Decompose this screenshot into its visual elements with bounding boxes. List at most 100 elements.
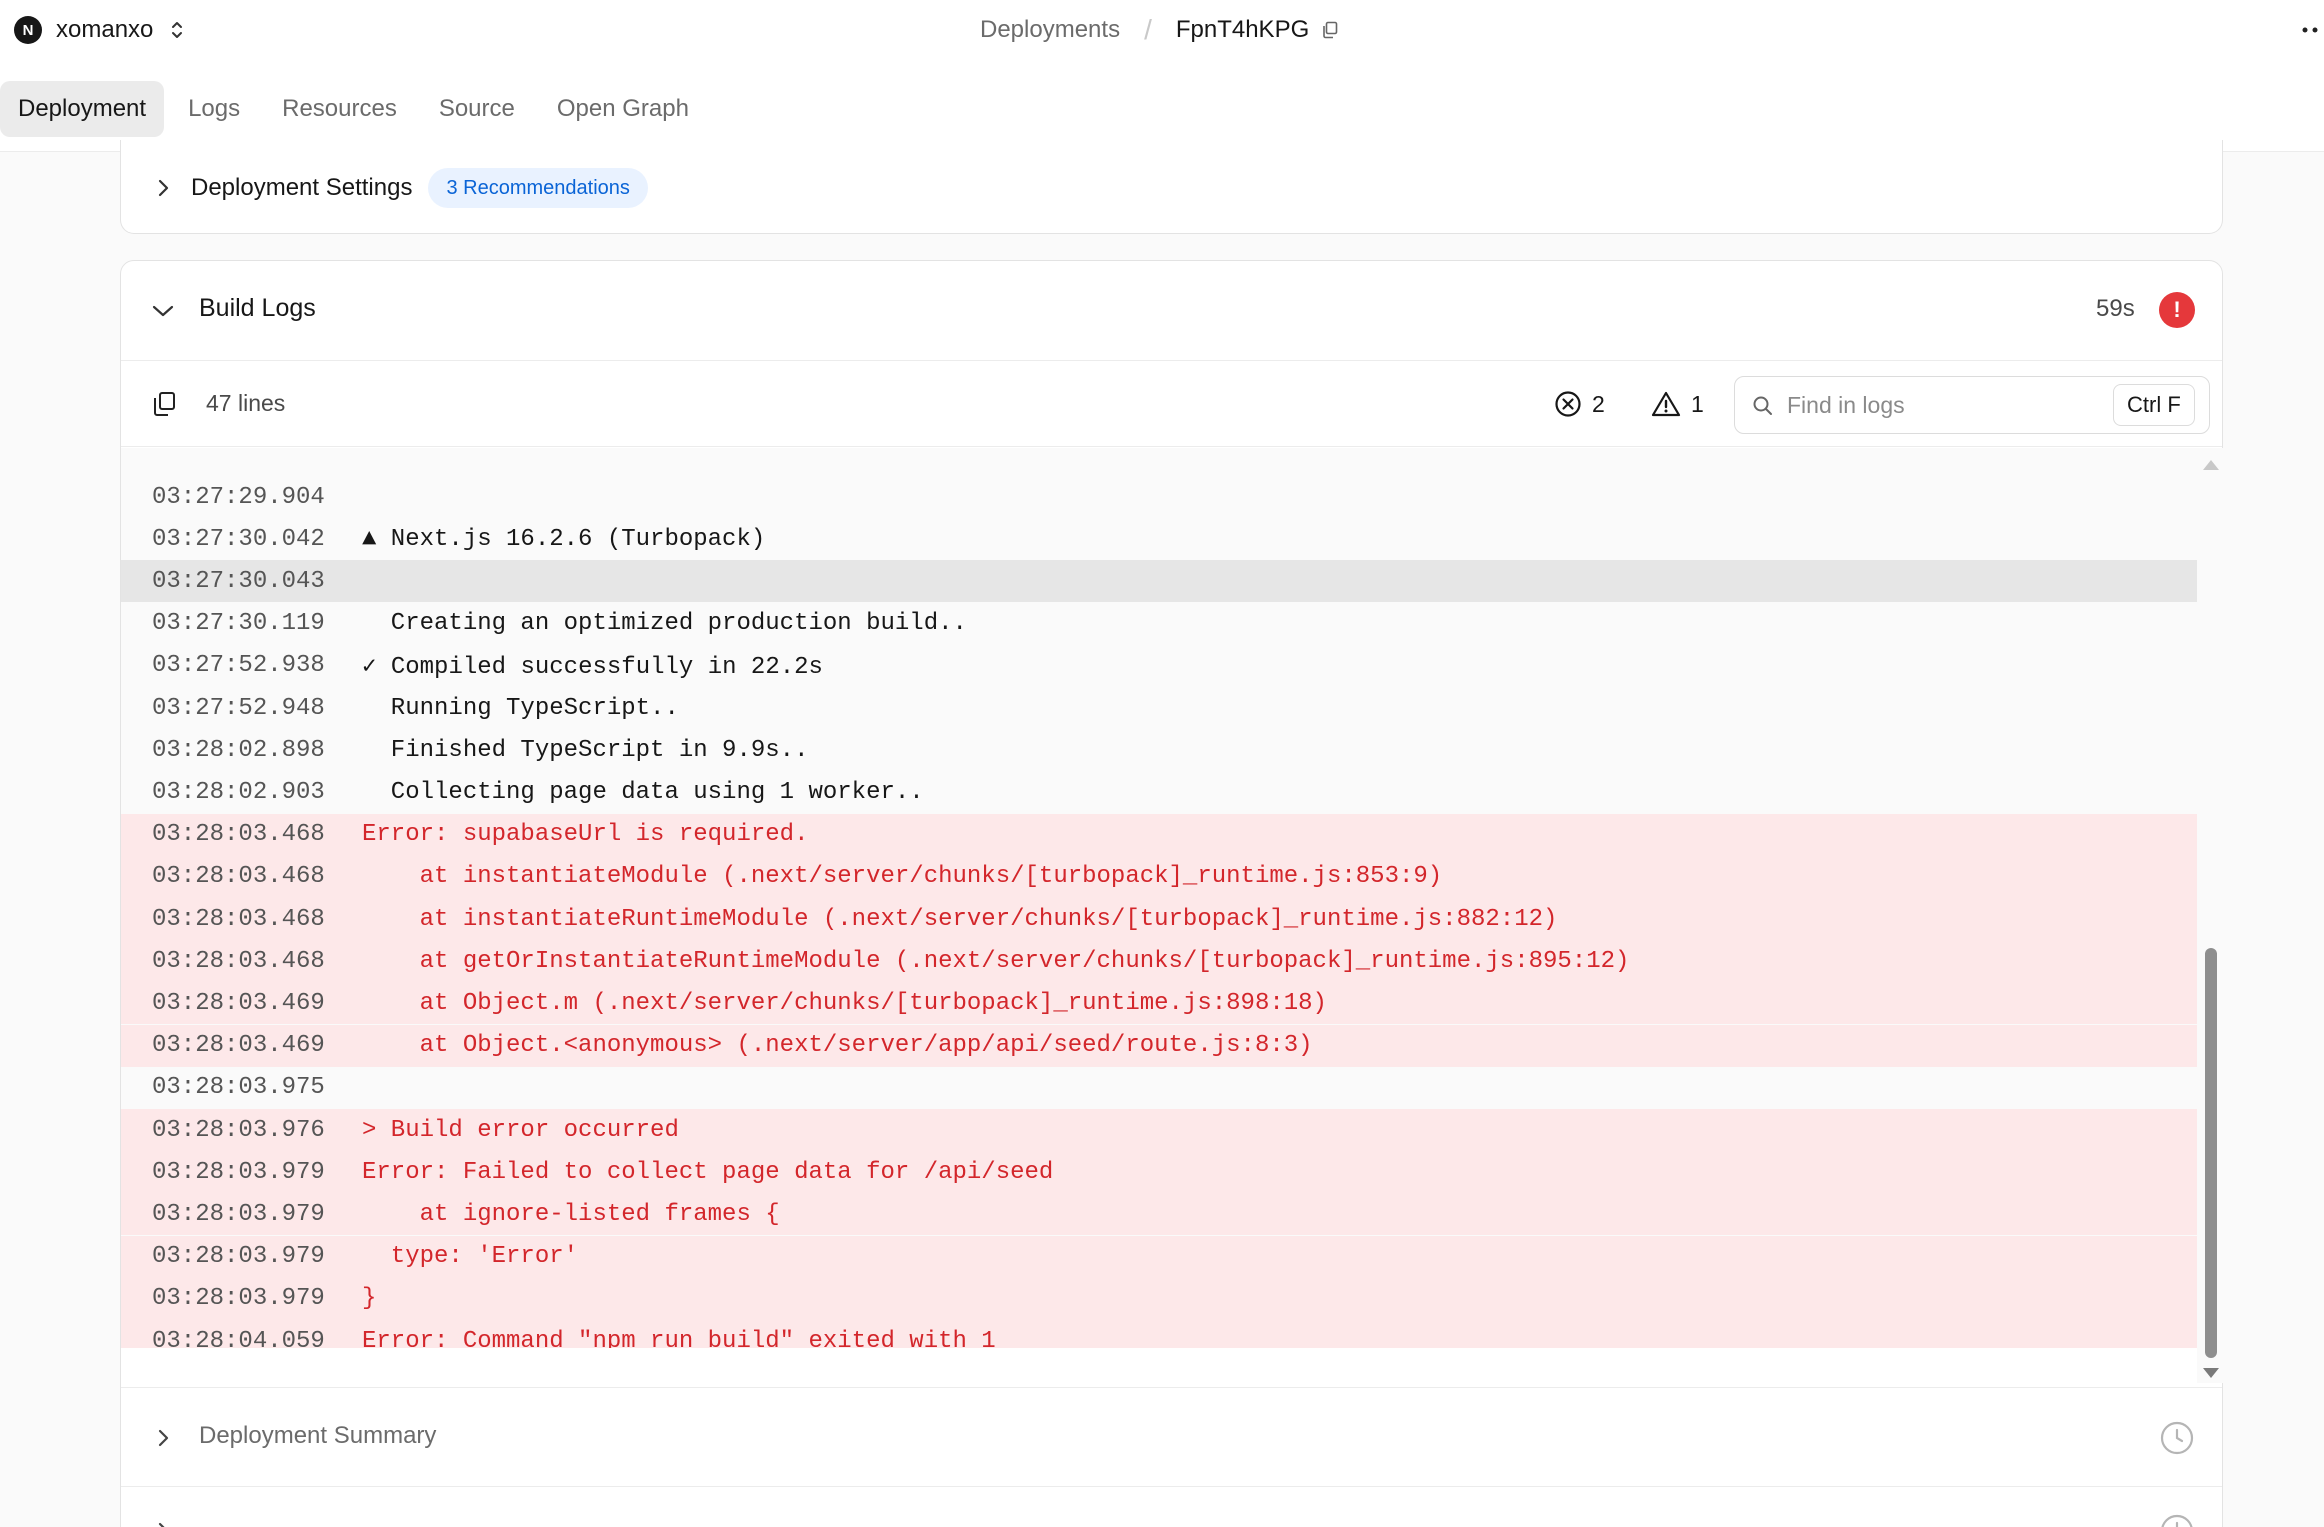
scroll-down-arrow-icon[interactable] — [2203, 1368, 2219, 1378]
tab-source[interactable]: Source — [421, 81, 533, 137]
log-row[interactable]: 03:28:02.898 Finished TypeScript in 9.9s… — [121, 729, 2197, 771]
tab-resources[interactable]: Resources — [264, 81, 415, 137]
log-message: Finished TypeScript in 9.9s.. — [362, 736, 809, 764]
log-message: Creating an optimized production build.. — [362, 610, 967, 638]
log-timestamp: 03:27:30.043 — [152, 567, 325, 595]
log-row[interactable]: 03:27:30.042 ▲ Next.js 16.2.6 (Turbopack) — [121, 518, 2197, 560]
deployment-summary-toggle[interactable]: Deployment Summary — [121, 1387, 2222, 1487]
log-row-error[interactable]: 03:28:03.979 type: 'Error' — [121, 1235, 2197, 1278]
search-input[interactable] — [1787, 387, 2087, 423]
log-timestamp: 03:28:03.468 — [152, 905, 325, 933]
log-message: Running TypeScript.. — [362, 694, 679, 722]
log-timestamp: 03:28:03.469 — [152, 989, 325, 1017]
error-count: 2 — [1592, 390, 1605, 417]
log-timestamp: 03:28:03.979 — [152, 1158, 325, 1186]
log-row-error[interactable]: 03:28:03.469 at Object.m (.next/server/c… — [121, 982, 2197, 1025]
recommendations-badge[interactable]: 3 Recommendations — [428, 168, 648, 208]
log-message: ✓ Compiled successfully in 22.2s — [362, 653, 823, 681]
log-timestamp: 03:28:03.976 — [152, 1116, 325, 1144]
log-message: at Object.m (.next/server/chunks/[turbop… — [362, 989, 1327, 1017]
log-row[interactable]: 03:28:02.903 Collecting page data using … — [121, 771, 2197, 813]
breadcrumb-separator: / — [1144, 14, 1152, 45]
log-row[interactable]: 03:27:52.948 Running TypeScript.. — [121, 687, 2197, 729]
log-row-error[interactable]: 03:28:03.976 > Build error occurred — [121, 1109, 2197, 1151]
log-scrollbar[interactable] — [2197, 448, 2224, 1383]
deployment-settings-title: Deployment Settings — [191, 174, 413, 201]
log-row-error[interactable]: 03:28:03.468 at getOrInstantiateRuntimeM… — [121, 940, 2197, 983]
top-bar: N xomanxo Deployments / FpnT4hKPG — [0, 0, 2324, 60]
log-timestamp: 03:28:04.059 — [152, 1327, 325, 1349]
log-message: Error: supabaseUrl is required. — [362, 821, 809, 849]
log-message: at getOrInstantiateRuntimeModule (.next/… — [362, 947, 1630, 975]
breadcrumb-deployments-link[interactable]: Deployments — [980, 16, 1120, 44]
log-row[interactable]: 03:27:30.119 Creating an optimized produ… — [121, 603, 2197, 645]
log-row-error[interactable]: 03:28:03.979} — [121, 1277, 2197, 1320]
copy-logs-icon[interactable] — [149, 389, 179, 419]
log-timestamp: 03:28:03.979 — [152, 1200, 325, 1228]
log-row[interactable]: 03:27:30.043 — [121, 560, 2197, 603]
log-timestamp: 03:28:02.898 — [152, 736, 325, 764]
copy-icon[interactable] — [1319, 19, 1341, 41]
build-duration: 59s — [2096, 295, 2135, 322]
breadcrumb-deployment-id: FpnT4hKPG — [1175, 16, 1310, 43]
log-row-error[interactable]: 03:28:04.059 Error: Command "npm run buil… — [121, 1320, 2197, 1348]
log-message: > Build error occurred — [362, 1116, 679, 1144]
log-message: at instantiateModule (.next/server/chunk… — [362, 863, 1443, 891]
log-message: at ignore-listed frames { — [362, 1200, 780, 1228]
keyboard-shortcut: Ctrl F — [2113, 384, 2195, 426]
warning-triangle-icon — [1651, 391, 1681, 417]
log-timestamp: 03:27:52.948 — [152, 694, 325, 722]
build-logs-panel: Build Logs 59s ! 47 lines 2 1 Ctrl F 03:… — [120, 260, 2224, 1527]
chevron-right-icon — [151, 1426, 175, 1450]
chevron-right-icon[interactable] — [151, 1519, 175, 1527]
log-row[interactable]: 03:27:29.904 — [121, 476, 2197, 518]
log-row-error[interactable]: 03:28:03.979 at ignore-listed frames { — [121, 1193, 2197, 1236]
log-row[interactable]: 03:28:03.975 — [121, 1067, 2197, 1109]
log-timestamp: 03:27:52.938 — [152, 652, 325, 680]
clock-icon — [2160, 1421, 2194, 1455]
chevron-up-down-icon[interactable] — [167, 16, 187, 44]
more-options-icon[interactable] — [2298, 12, 2324, 48]
log-search[interactable]: Ctrl F — [1734, 376, 2210, 434]
scrollbar-thumb[interactable] — [2205, 948, 2217, 1358]
log-row-clipped — [121, 448, 2197, 476]
clock-icon — [2161, 1514, 2193, 1527]
log-message: Collecting page data using 1 worker.. — [362, 778, 924, 806]
log-row-error[interactable]: 03:28:03.468 at instantiateRuntimeModule… — [121, 898, 2197, 940]
logs-toolbar: 47 lines 2 1 Ctrl F — [121, 361, 2222, 447]
log-timestamp: 03:28:03.468 — [152, 863, 325, 891]
error-filter-button[interactable]: 2 — [1554, 387, 1605, 421]
log-timestamp: 03:28:03.979 — [152, 1243, 325, 1271]
team-name: xomanxo — [56, 16, 154, 43]
log-row[interactable]: 03:27:52.938 ✓ Compiled successfully in 2… — [121, 645, 2197, 687]
warning-filter-button[interactable]: 1 — [1651, 387, 1704, 421]
log-timestamp: 03:28:03.468 — [152, 821, 325, 849]
warning-count: 1 — [1691, 390, 1704, 417]
log-row-error[interactable]: 03:28:03.468 at instantiateModule (.next… — [121, 855, 2197, 898]
log-row-error[interactable]: 03:28:03.979 Error: Failed to collect pag… — [121, 1151, 2197, 1194]
tab-logs[interactable]: Logs — [170, 81, 258, 137]
error-x-circle-icon — [1555, 391, 1581, 417]
chevron-right-icon — [151, 176, 175, 200]
scroll-up-arrow-icon[interactable] — [2203, 460, 2219, 470]
chevron-down-icon — [151, 299, 175, 323]
log-row-error[interactable]: 03:28:03.469 at Object.<anonymous> (.nex… — [121, 1024, 2197, 1067]
tab-deployment[interactable]: Deployment — [0, 81, 165, 137]
log-message: Error: Failed to collect page data for /… — [362, 1158, 1054, 1186]
log-timestamp: 03:28:03.468 — [152, 947, 325, 975]
log-row-error[interactable]: 03:28:03.468 Error: supabaseUrl is requir… — [121, 813, 2197, 856]
team-switcher[interactable]: N xomanxo — [14, 14, 187, 46]
log-message: at Object.<anonymous> (.next/server/app/… — [362, 1032, 1313, 1060]
deployment-settings-toggle[interactable]: Deployment Settings 3 Recommendations — [151, 168, 648, 208]
log-message: type: 'Error' — [362, 1243, 579, 1271]
log-timestamp: 03:27:29.904 — [152, 483, 325, 511]
tab-open-graph[interactable]: Open Graph — [539, 81, 707, 137]
log-list[interactable]: 03:27:29.904 03:27:30.042 ▲ Next.js 16.2.6… — [121, 448, 2197, 1348]
breadcrumb: Deployments / FpnT4hKPG — [980, 12, 1341, 48]
log-timestamp: 03:27:30.119 — [152, 610, 325, 638]
log-timestamp: 03:27:30.042 — [152, 525, 325, 553]
build-logs-header[interactable]: Build Logs 59s ! — [121, 261, 2222, 361]
log-message: ▲ Next.js 16.2.6 (Turbopack) — [362, 525, 766, 553]
log-timestamp: 03:28:03.979 — [152, 1285, 325, 1313]
log-timestamp: 03:28:03.975 — [152, 1074, 325, 1102]
